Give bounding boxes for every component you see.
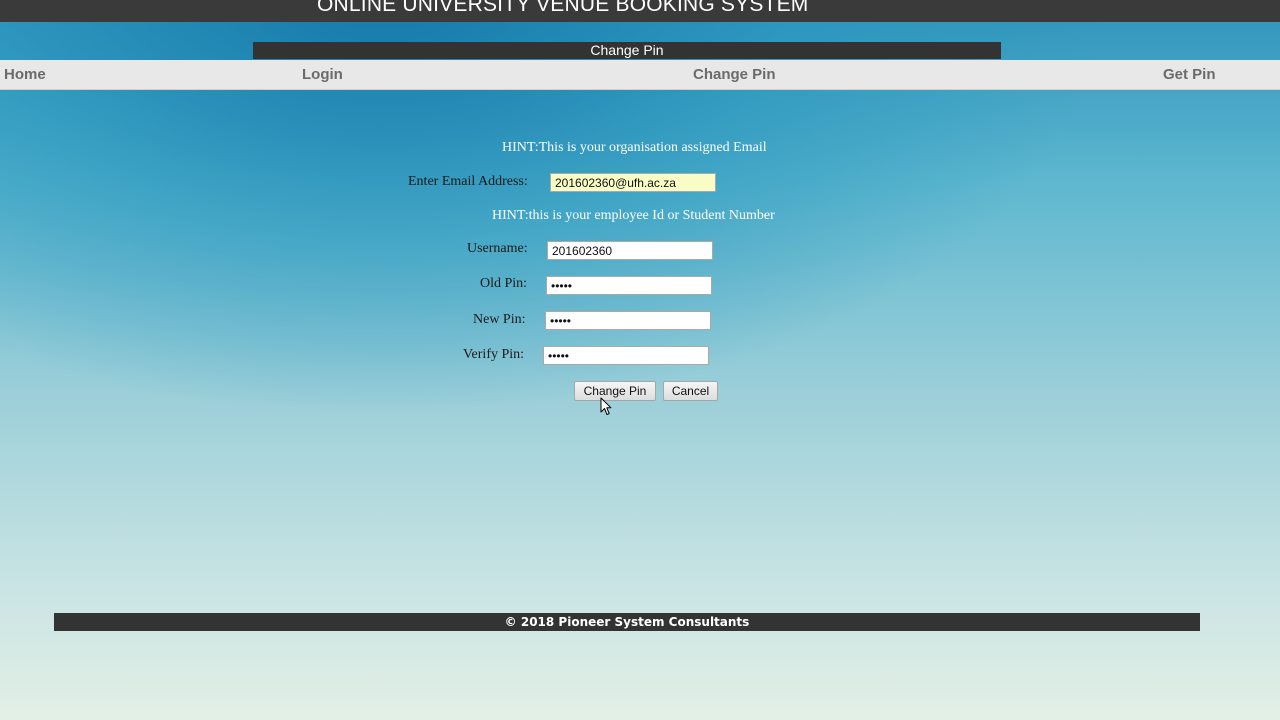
cancel-button[interactable]: Cancel [663,381,718,401]
new-pin-field[interactable] [545,311,711,330]
email-label: Enter Email Address: [408,174,528,189]
verify-pin-field[interactable] [543,346,709,365]
top-bar: ONLINE UNIVERSITY VENUE BOOKING SYSTEM [0,0,1280,22]
nav-item-change-pin[interactable]: Change Pin [693,66,776,83]
old-pin-label: Old Pin: [480,276,528,291]
old-pin-field[interactable] [546,276,712,295]
nav-bar: Home Login Change Pin Get Pin [0,60,1280,90]
email-hint: HINT:This is your organisation assigned … [502,140,767,155]
footer: © 2018 Pioneer System Consultants [54,613,1200,631]
change-pin-button[interactable]: Change Pin [574,381,656,401]
page-heading: Change Pin [253,42,1001,59]
new-pin-label: New Pin: [473,312,526,327]
nav-item-login[interactable]: Login [302,66,343,83]
username-field[interactable] [547,241,713,260]
verify-pin-label: Verify Pin: [463,347,525,362]
username-label: Username: [467,241,528,256]
nav-item-home[interactable]: Home [4,66,46,83]
site-title: ONLINE UNIVERSITY VENUE BOOKING SYSTEM [317,0,809,16]
mouse-pointer-icon [600,397,612,415]
username-hint: HINT:this is your employee Id or Student… [492,208,775,223]
nav-item-get-pin[interactable]: Get Pin [1163,66,1216,83]
email-field[interactable] [550,173,716,192]
